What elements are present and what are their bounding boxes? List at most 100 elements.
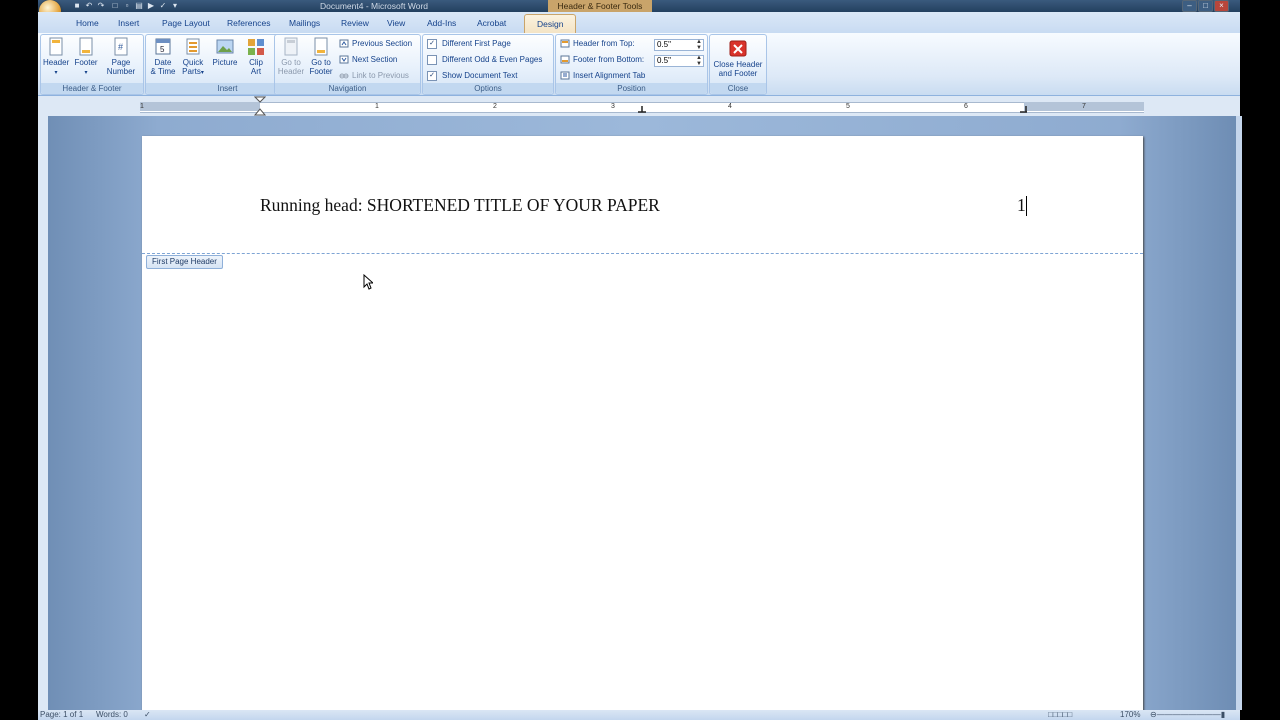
close-window-icon[interactable]: × — [1214, 0, 1229, 12]
header-dropdown-icon: ▾ — [54, 70, 58, 76]
tab-design[interactable]: Design — [524, 14, 577, 34]
spinner-arrows-icon[interactable]: ▲ ▼ — [696, 39, 702, 51]
date-time-label-1: Date — [154, 58, 172, 67]
header-from-top-input[interactable]: 0.5" ▲ ▼ — [654, 39, 704, 51]
next-section-label: Next Section — [352, 55, 398, 64]
date-time-button[interactable]: 5 Date & Time — [149, 37, 177, 76]
group-navigation: Go to Header Go to Footer Previous Section… — [274, 34, 421, 95]
header-button[interactable]: Header ▾ — [43, 37, 69, 78]
footer-position-icon — [560, 55, 570, 64]
different-first-page-option[interactable]: ✓ Different First Page — [427, 38, 511, 50]
different-odd-even-option[interactable]: Different Odd & Even Pages — [427, 54, 542, 66]
status-word-count[interactable]: Words: 0 — [96, 710, 128, 720]
undo-icon[interactable]: ↶ — [84, 1, 94, 10]
spelling-icon[interactable]: ✓ — [158, 1, 168, 10]
header-boundary-line — [142, 253, 1143, 254]
tab-insert[interactable]: Insert — [118, 16, 139, 30]
open-icon[interactable]: ▫ — [122, 1, 132, 10]
group-options: ✓ Different First Page Different Odd & Ev… — [422, 34, 554, 95]
quick-parts-label-2: Parts — [182, 67, 201, 76]
tab-acrobat[interactable]: Acrobat — [477, 16, 506, 30]
show-document-text-checkbox[interactable]: ✓ — [427, 70, 437, 81]
tab-add-ins[interactable]: Add-Ins — [427, 16, 456, 30]
tab-view[interactable]: View — [387, 16, 405, 30]
document-page[interactable] — [142, 136, 1143, 714]
next-section-button[interactable]: Next Section — [339, 54, 397, 66]
zoom-level[interactable]: 170% — [1120, 710, 1140, 720]
picture-button[interactable]: Picture — [210, 37, 240, 67]
link-to-previous-label: Link to Previous — [352, 71, 409, 80]
spinner-arrows-icon[interactable]: ▲ ▼ — [696, 55, 702, 67]
print-icon[interactable]: ▤ — [134, 1, 144, 10]
go-to-header-label-1: Go to — [281, 58, 301, 67]
tab-references[interactable]: References — [227, 16, 270, 30]
new-document-icon[interactable]: □ — [110, 1, 120, 10]
tab-mailings[interactable]: Mailings — [289, 16, 320, 30]
close-header-footer-button[interactable]: Close Header and Footer — [712, 39, 764, 78]
quick-parts-label-1: Quick — [182, 58, 204, 67]
center-tab-icon[interactable] — [638, 106, 646, 114]
preview-icon[interactable]: ▶ — [146, 1, 156, 10]
footer-from-bottom-label: Footer from Bottom: — [573, 55, 645, 64]
clip-art-icon — [247, 37, 265, 56]
go-to-header-button[interactable]: Go to Header — [277, 37, 305, 76]
link-to-previous-button[interactable]: Link to Previous — [339, 70, 409, 82]
indent-marker-icon[interactable] — [254, 96, 266, 116]
status-page-count[interactable]: Page: 1 of 1 — [40, 710, 83, 720]
minimize-icon[interactable]: – — [1182, 0, 1197, 12]
tab-home[interactable]: Home — [76, 16, 99, 30]
go-to-footer-label-1: Go to — [311, 58, 331, 67]
page-number-field[interactable]: 1 — [1017, 195, 1026, 216]
zoom-slider[interactable]: ⊖————————▮ — [1150, 710, 1225, 720]
redo-icon[interactable]: ↷ — [96, 1, 106, 10]
text-caret — [1026, 196, 1027, 216]
tab-review[interactable]: Review — [341, 16, 369, 30]
clip-art-label-2: Art — [250, 67, 262, 76]
ruler-number: 1 — [375, 103, 379, 110]
previous-section-label: Previous Section — [352, 39, 413, 48]
go-to-footer-icon — [312, 37, 330, 56]
page-number-label-2: Number — [106, 67, 136, 76]
right-tab-icon[interactable] — [1020, 106, 1028, 114]
qat-more-icon[interactable]: ▾ — [170, 1, 180, 10]
page-number-label-1: Page — [111, 58, 131, 67]
vertical-scrollbar[interactable] — [1236, 116, 1242, 710]
ribbon-tabs: Home Insert Page Layout References Maili… — [38, 12, 1240, 34]
go-to-footer-button[interactable]: Go to Footer — [307, 37, 335, 76]
picture-label: Picture — [212, 58, 238, 67]
page-number-button[interactable]: # Page Number — [103, 37, 139, 76]
save-icon[interactable]: ■ — [72, 1, 82, 10]
maximize-icon[interactable]: □ — [1198, 0, 1213, 12]
group-header-footer: Header ▾ Footer ▾ # Page Number Header & Fo… — [40, 34, 144, 95]
show-document-text-option[interactable]: ✓ Show Document Text — [427, 70, 517, 82]
header-footer-tools-label: Header & Footer Tools — [548, 0, 652, 12]
clip-art-label-1: Clip — [249, 58, 263, 67]
footer-button[interactable]: Footer ▾ — [72, 37, 100, 78]
different-odd-even-checkbox[interactable] — [427, 54, 437, 65]
clip-art-button[interactable]: Clip Art — [244, 37, 268, 76]
close-icon — [729, 39, 747, 58]
different-first-page-checkbox[interactable]: ✓ — [427, 38, 437, 49]
header-from-top-value: 0.5" — [657, 40, 671, 49]
view-buttons-icon[interactable]: □□□□□ — [1048, 710, 1072, 720]
running-head-text[interactable]: Running head: SHORTENED TITLE OF YOUR PA… — [260, 195, 660, 216]
ruler-number: 6 — [964, 103, 968, 110]
ruler-number: 2 — [493, 103, 497, 110]
status-bar: Page: 1 of 1 Words: 0 ✓ □□□□□ 170% ⊖————… — [38, 710, 1240, 720]
footer-icon — [77, 37, 95, 56]
quick-parts-dropdown-icon: ▾ — [200, 70, 204, 76]
proofing-icon[interactable]: ✓ — [144, 710, 151, 720]
previous-section-button[interactable]: Previous Section — [339, 38, 412, 50]
tab-page-layout[interactable]: Page Layout — [162, 16, 210, 30]
footer-from-bottom-input[interactable]: 0.5" ▲ ▼ — [654, 55, 704, 67]
insert-alignment-tab-button[interactable]: Insert Alignment Tab — [560, 70, 645, 82]
group-title-options: Options — [423, 83, 553, 94]
horizontal-ruler[interactable]: 1 1 2 3 4 5 6 7 — [38, 96, 1240, 116]
quick-parts-button[interactable]: Quick Parts▾ — [179, 37, 207, 78]
insert-alignment-tab-label: Insert Alignment Tab — [573, 71, 646, 80]
ribbon: Header ▾ Footer ▾ # Page Number Header & Fo… — [38, 33, 1240, 96]
go-to-header-icon — [282, 37, 300, 56]
footer-label: Footer — [74, 58, 98, 67]
vertical-ruler[interactable] — [38, 116, 48, 710]
close-header-footer-label-2: and Footer — [718, 69, 758, 78]
